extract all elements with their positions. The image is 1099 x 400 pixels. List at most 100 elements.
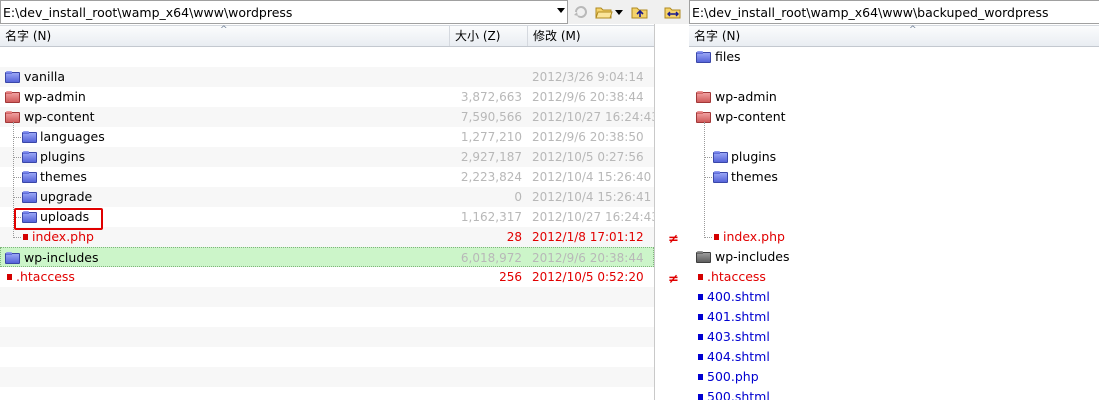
file-name: wp-admin — [715, 89, 777, 104]
date-column-header[interactable]: 修改 (M) — [528, 26, 654, 46]
table-row[interactable] — [691, 207, 1099, 227]
file-size: 2,927,187 — [460, 150, 522, 164]
table-row[interactable] — [0, 367, 654, 387]
tree-guide-line — [13, 177, 21, 178]
folder-icon — [696, 91, 711, 103]
file-name: .htaccess — [707, 269, 766, 284]
file-name: wp-admin — [24, 89, 86, 104]
file-name: themes — [40, 169, 87, 184]
table-row[interactable]: .htaccess 256 2012/10/5 0:52:20 — [0, 267, 654, 287]
table-row[interactable]: wp-admin 3,872,663 2012/9/6 20:38:44 — [0, 87, 654, 107]
right-file-list[interactable]: files wp-admin wp-content plugins themes… — [691, 47, 1099, 400]
table-row[interactable]: upgrade 0 2012/10/4 15:26:41 — [0, 187, 654, 207]
folder-icon — [22, 191, 37, 203]
table-row[interactable] — [691, 187, 1099, 207]
table-row[interactable]: wp-includes — [691, 247, 1099, 267]
left-path-dropdown-icon[interactable] — [557, 8, 565, 13]
table-row[interactable]: themes — [691, 167, 1099, 187]
folder-icon — [22, 171, 37, 183]
name-column-header[interactable]: 名字 (N) ^ — [0, 25, 450, 46]
file-date: 2012/10/27 16:24:43 — [532, 110, 659, 124]
compare-toolbar — [568, 0, 689, 24]
table-row[interactable]: languages 1,277,210 2012/9/6 20:38:50 — [0, 127, 654, 147]
file-name: 401.shtml — [707, 309, 770, 324]
tree-guide-line — [704, 157, 712, 158]
table-row[interactable]: 400.shtml — [691, 287, 1099, 307]
file-name: wp-includes — [24, 250, 99, 265]
file-date: 2012/9/6 20:38:50 — [532, 130, 644, 144]
table-row[interactable]: vanilla 2012/3/26 9:04:14 — [0, 67, 654, 87]
file-icon — [698, 314, 703, 320]
table-row[interactable]: .htaccess — [691, 267, 1099, 287]
file-name: plugins — [40, 149, 86, 164]
file-name: 500.shtml — [707, 389, 770, 400]
folder-icon — [22, 151, 37, 163]
file-name: wp-content — [24, 109, 95, 124]
folder-open-icon[interactable] — [595, 4, 613, 20]
size-column-label: 大小 (Z) — [455, 29, 501, 43]
table-row[interactable]: wp-admin — [691, 87, 1099, 107]
refresh-icon[interactable] — [572, 4, 590, 20]
file-name: wp-content — [715, 109, 786, 124]
table-row[interactable]: index.php — [691, 227, 1099, 247]
table-row[interactable]: 500.php — [691, 367, 1099, 387]
table-row[interactable]: 404.shtml — [691, 347, 1099, 367]
table-row[interactable]: wp-content — [691, 107, 1099, 127]
file-name: .htaccess — [16, 269, 75, 284]
table-row[interactable]: 401.shtml — [691, 307, 1099, 327]
table-row[interactable] — [0, 287, 654, 307]
file-icon — [698, 334, 703, 340]
file-icon — [698, 374, 703, 380]
file-date: 2012/9/6 20:38:44 — [532, 251, 644, 265]
table-row[interactable] — [691, 67, 1099, 87]
right-path-input[interactable]: E:\dev_install_root\wamp_x64\www\backupe… — [689, 0, 1099, 24]
right-name-column-header[interactable]: 名字 (N) ^ — [689, 25, 1099, 46]
table-row[interactable]: plugins 2,927,187 2012/10/5 0:27:56 — [0, 147, 654, 167]
left-path-input[interactable]: E:\dev_install_root\wamp_x64\www\wordpre… — [0, 0, 568, 24]
table-row-selected[interactable]: wp-includes 6,018,972 2012/9/6 20:38:44 — [0, 247, 654, 267]
file-date: 2012/10/5 0:52:20 — [532, 270, 644, 284]
file-name: 500.php — [707, 369, 759, 384]
table-row[interactable]: 403.shtml — [691, 327, 1099, 347]
dropdown-icon[interactable] — [614, 4, 624, 20]
table-row[interactable]: plugins — [691, 147, 1099, 167]
file-name: 400.shtml — [707, 289, 770, 304]
table-row[interactable]: wp-content 7,590,566 2012/10/27 16:24:43 — [0, 107, 659, 127]
file-size: 1,162,317 — [460, 210, 522, 224]
table-row[interactable] — [0, 47, 654, 67]
tree-guide-line — [704, 177, 712, 178]
left-path-text: E:\dev_install_root\wamp_x64\www\wordpre… — [3, 4, 293, 20]
date-column-label: 修改 (M) — [533, 29, 581, 43]
file-size: 7,590,566 — [460, 110, 522, 124]
file-name: files — [715, 49, 741, 64]
size-column-header[interactable]: 大小 (Z) — [450, 26, 528, 46]
not-equal-icon: ≠ — [668, 232, 679, 247]
table-row[interactable] — [0, 327, 654, 347]
folder-up-icon[interactable] — [631, 4, 649, 20]
table-row[interactable] — [691, 127, 1099, 147]
tree-guide-line — [13, 157, 21, 158]
table-row[interactable]: themes 2,223,824 2012/10/4 15:26:40 — [0, 167, 654, 187]
file-name: upgrade — [40, 189, 93, 204]
right-column-header: 名字 (N) ^ — [689, 25, 1099, 47]
file-size: 0 — [514, 190, 522, 204]
file-icon — [698, 274, 703, 280]
file-name: 404.shtml — [707, 349, 770, 364]
sync-folders-icon[interactable] — [664, 4, 682, 20]
table-row[interactable]: 500.shtml — [691, 387, 1099, 400]
name-column-label: 名字 (N) — [5, 29, 52, 43]
folder-icon — [5, 91, 20, 103]
file-icon — [23, 234, 28, 240]
file-size: 2,223,824 — [460, 170, 522, 184]
table-row[interactable]: index.php 28 2012/1/8 17:01:12 — [0, 227, 654, 247]
table-row[interactable] — [0, 347, 654, 367]
table-row[interactable]: files — [691, 47, 1099, 67]
file-icon — [698, 294, 703, 300]
folder-icon — [696, 251, 711, 263]
folder-icon — [22, 131, 37, 143]
file-name: index.php — [723, 229, 785, 244]
file-size: 28 — [506, 230, 522, 244]
sort-ascending-icon: ^ — [220, 25, 228, 35]
file-icon — [698, 394, 703, 400]
table-row[interactable] — [0, 307, 654, 327]
